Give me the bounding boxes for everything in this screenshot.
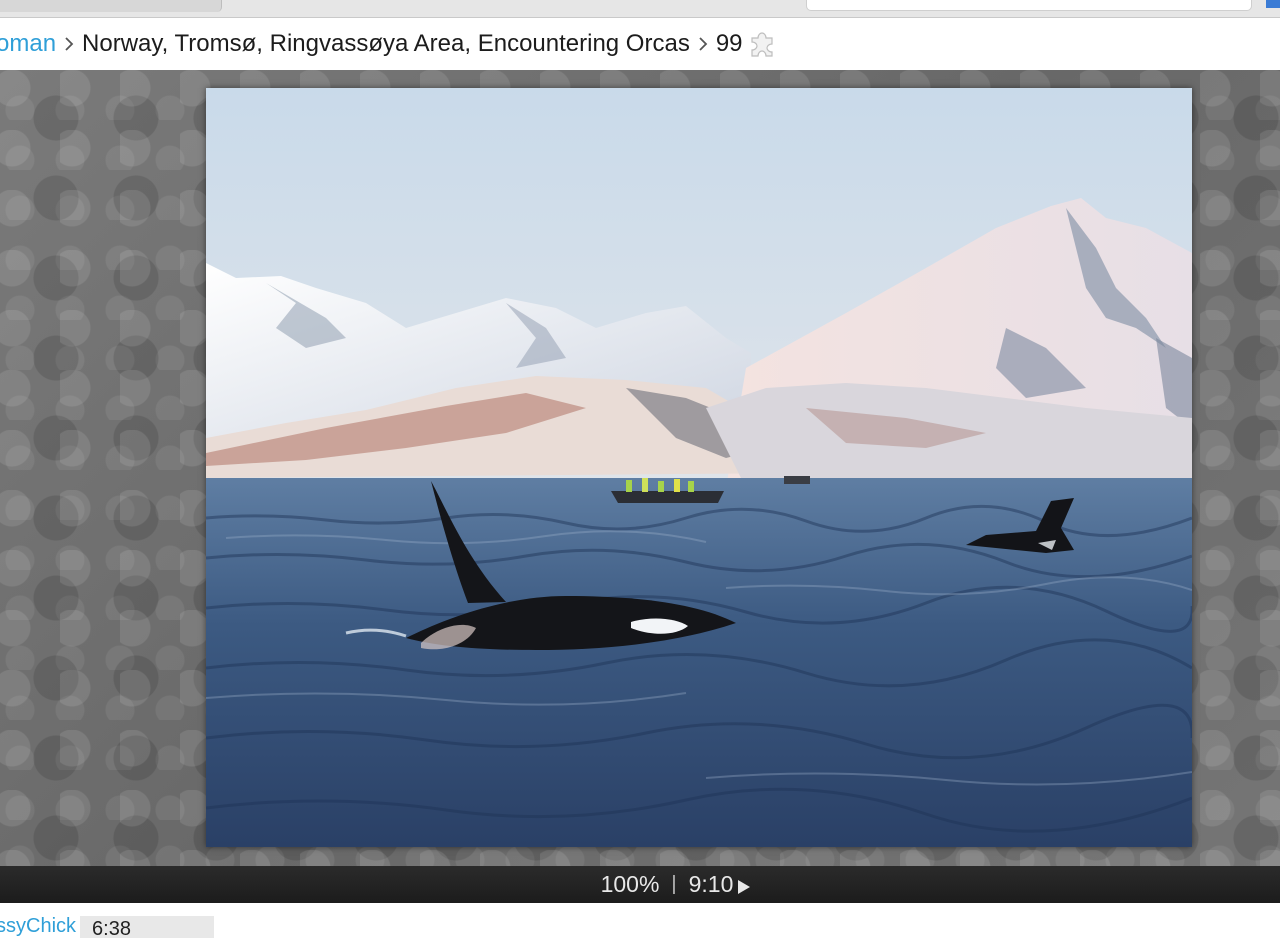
elapsed-time: 9:10 [688, 871, 734, 897]
orca-landscape-image [206, 88, 1192, 847]
breadcrumb-current[interactable]: Norway, Tromsø, Ringvassøya Area, Encoun… [82, 30, 690, 58]
leaderboard-row: ssyChick 6:38 [0, 915, 1280, 938]
zoom-level[interactable]: 100% [601, 871, 660, 898]
breadcrumb-parent-link[interactable]: oman [0, 30, 56, 58]
control-divider: | [671, 873, 677, 895]
browser-corner-button[interactable] [1266, 0, 1280, 8]
chevron-right-icon [698, 36, 708, 52]
player-control-bar: 100% | 9:10 [0, 866, 1280, 903]
browser-tab[interactable] [0, 0, 222, 12]
leaderboard-user-link[interactable]: ssyChick [0, 915, 76, 938]
chevron-right-icon [64, 36, 74, 52]
browser-search-field[interactable] [806, 0, 1252, 11]
play-icon[interactable] [737, 879, 751, 895]
puzzle-stage[interactable] [0, 70, 1280, 866]
breadcrumb: oman Norway, Tromsø, Ringvassøya Area, E… [0, 18, 1280, 70]
browser-chrome-strip [0, 0, 1280, 18]
leaderboard-time: 6:38 [80, 916, 215, 938]
puzzle-piece-icon [747, 29, 777, 59]
piece-count: 99 [715, 30, 743, 57]
puzzle-image[interactable] [206, 88, 1192, 847]
player-controls: 100% | 9:10 [601, 871, 752, 898]
